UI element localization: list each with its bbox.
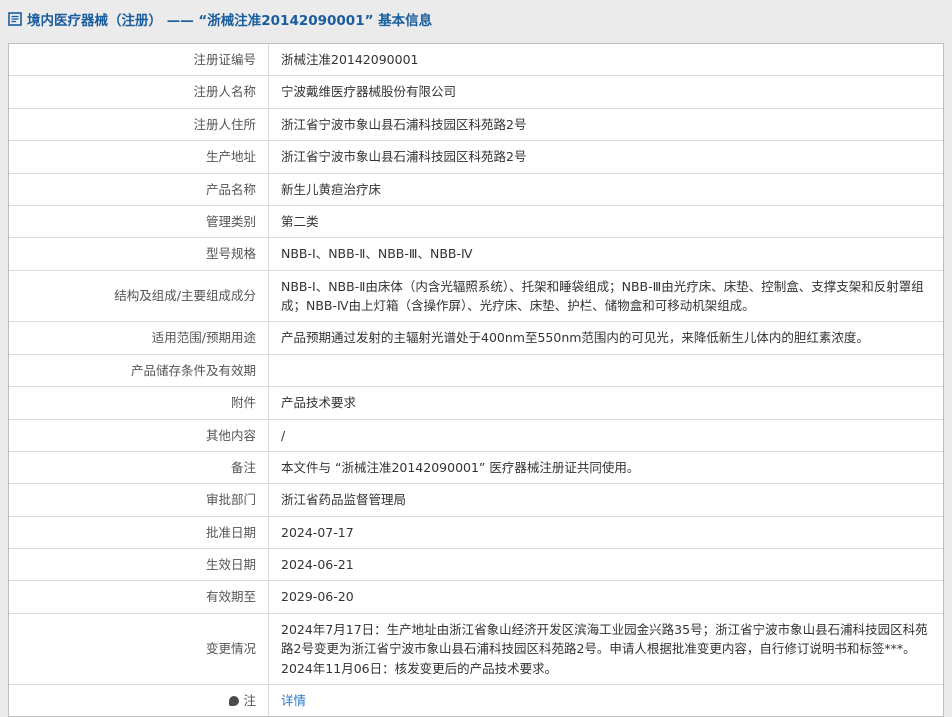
page-title: 境内医疗器械（注册） —— “浙械注准20142090001” 基本信息 (0, 0, 952, 35)
row-label: 其他内容 (9, 419, 269, 451)
row-value: 产品预期通过发射的主辐射光谱处于400nm至550nm范围内的可见光，来降低新生… (281, 330, 869, 346)
page-title-text: 境内医疗器械（注册） —— “浙械注准20142090001” 基本信息 (27, 13, 433, 29)
row-value: 新生儿黄疸治疗床 (281, 181, 382, 197)
row-value (269, 355, 943, 386)
table-row-effective-date: 生效日期 2024-06-21 (9, 549, 943, 582)
table-row-registrant-name: 注册人名称 宁波戴维医疗器械股份有限公司 (9, 76, 943, 109)
table-row-model-spec: 型号规格 NBB-Ⅰ、NBB-Ⅱ、NBB-Ⅲ、NBB-Ⅳ (9, 238, 943, 271)
note-icon (229, 695, 240, 706)
row-label: 适用范围/预期用途 (9, 322, 269, 354)
registration-info-table: 注册证编号 浙械注准20142090001 注册人名称 宁波戴维医疗器械股份有限… (8, 43, 944, 717)
row-value: 2024-06-21 (281, 557, 354, 572)
table-row-note: 注 详情 (9, 684, 943, 717)
row-value: 第二类 (281, 213, 319, 229)
row-label: 产品名称 (9, 173, 269, 205)
row-value: NBB-Ⅰ、NBB-Ⅱ由床体（内含光辐照系统）、托架和睡袋组成；NBB-Ⅲ由光疗… (281, 278, 924, 313)
row-label: 结构及组成/主要组成成分 (9, 270, 269, 322)
row-label: 备注 (9, 451, 269, 484)
document-icon (8, 12, 22, 26)
row-value: 2029-06-20 (281, 589, 354, 605)
table-row-management-category: 管理类别 第二类 (9, 205, 943, 239)
row-value: 浙江省药品监督管理局 (281, 492, 407, 508)
row-value: 本文件与 “浙械注准20142090001” 医疗器械注册证共同使用。 (281, 459, 640, 475)
row-label: 审批部门 (9, 484, 269, 516)
row-label: 批准日期 (9, 516, 269, 548)
row-value: 详情 (269, 685, 943, 716)
row-label: 生效日期 (9, 549, 269, 581)
table-row-remarks: 备注 本文件与 “浙械注准20142090001” 医疗器械注册证共同使用。 (9, 451, 943, 485)
table-row-change-record: 变更情况 2024年7月17日：生产地址由浙江省象山经济开发区滨海工业园金兴路3… (9, 613, 943, 685)
table-row-intended-use: 适用范围/预期用途 产品预期通过发射的主辐射光谱处于400nm至550nm范围内… (9, 322, 943, 355)
table-row-approval-date: 批准日期 2024-07-17 (9, 516, 943, 549)
row-label: 管理类别 (9, 205, 269, 238)
row-value: 浙械注准20142090001 (281, 52, 419, 67)
row-label: 注 (9, 684, 269, 717)
table-row-approval-department: 审批部门 浙江省药品监督管理局 (9, 484, 943, 517)
row-label: 注册证编号 (9, 44, 269, 76)
row-value: 宁波戴维医疗器械股份有限公司 (281, 84, 457, 100)
row-value: 2024-07-17 (281, 524, 354, 540)
row-value: NBB-Ⅰ、NBB-Ⅱ、NBB-Ⅲ、NBB-Ⅳ (281, 246, 473, 262)
row-label: 有效期至 (9, 581, 269, 613)
table-row-other-content: 其他内容 / (9, 419, 943, 452)
row-label: 注册人住所 (9, 108, 269, 141)
row-value: 产品技术要求 (281, 395, 357, 411)
table-row-product-name: 产品名称 新生儿黄疸治疗床 (9, 173, 943, 206)
details-link[interactable]: 详情 (281, 691, 306, 710)
table-row-storage-conditions: 产品储存条件及有效期 (9, 354, 943, 388)
table-row-registrant-address: 注册人住所 浙江省宁波市象山县石浦科技园区科苑路2号 (9, 108, 943, 142)
table-row-reg-number: 注册证编号 浙械注准20142090001 (9, 44, 943, 77)
table-row-structure-composition: 结构及组成/主要组成成分 NBB-Ⅰ、NBB-Ⅱ由床体（内含光辐照系统）、托架和… (9, 270, 943, 323)
row-value: 浙江省宁波市象山县石浦科技园区科苑路2号 (281, 116, 527, 132)
row-label: 变更情况 (9, 613, 269, 684)
table-row-attachment: 附件 产品技术要求 (9, 387, 943, 420)
table-row-production-address: 生产地址 浙江省宁波市象山县石浦科技园区科苑路2号 (9, 141, 943, 174)
row-value: 浙江省宁波市象山县石浦科技园区科苑路2号 (281, 149, 527, 165)
note-label-text: 注 (243, 692, 256, 708)
table-row-expiry-date: 有效期至 2029-06-20 (9, 581, 943, 614)
row-label: 附件 (9, 387, 269, 419)
row-label: 注册人名称 (9, 76, 269, 108)
row-value: / (281, 427, 286, 443)
row-label: 生产地址 (9, 141, 269, 173)
row-label: 产品储存条件及有效期 (9, 354, 269, 387)
row-label: 型号规格 (9, 238, 269, 270)
row-value: 2024年7月17日：生产地址由浙江省象山经济开发区滨海工业园金兴路35号；浙江… (281, 621, 928, 676)
